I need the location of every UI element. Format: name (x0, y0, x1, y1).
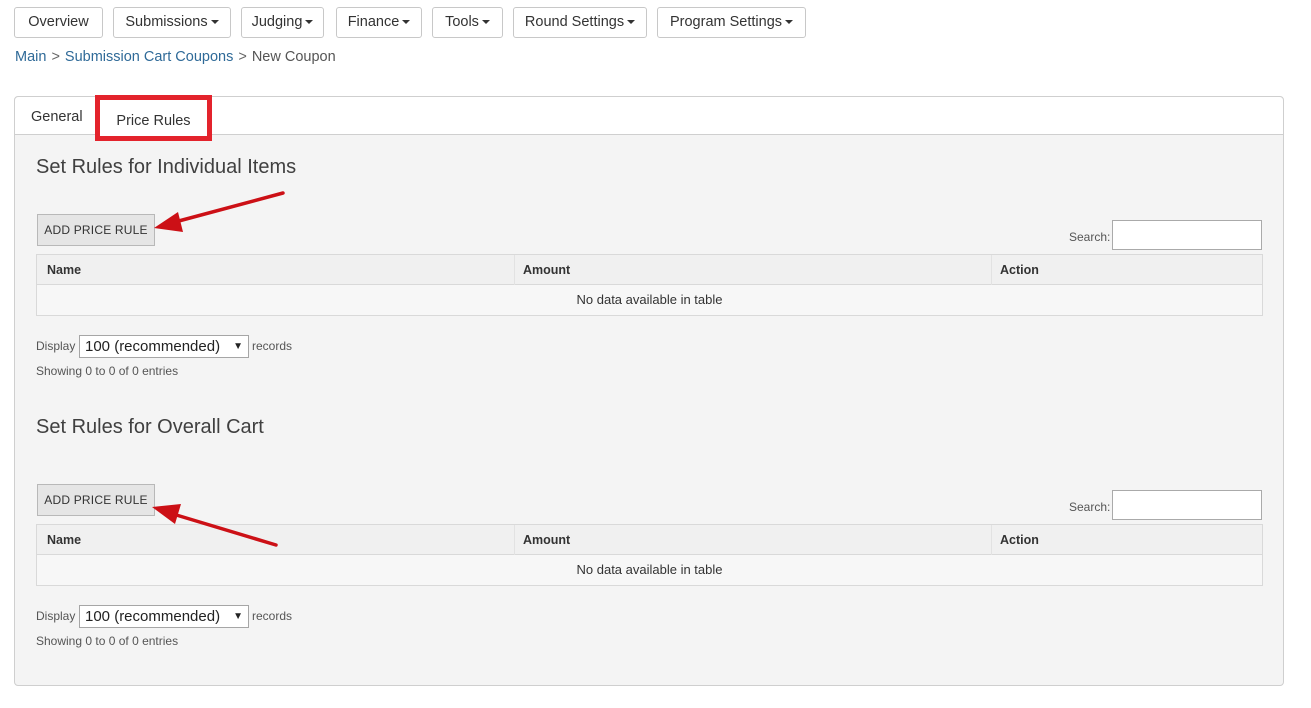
column-divider (514, 525, 515, 555)
display-length-select[interactable]: 100 (recommended) ▼ (79, 605, 249, 628)
price-rules-table-overall: Name Amount Action No data available in … (36, 524, 1263, 586)
chevron-down-icon (210, 20, 219, 25)
column-header-action[interactable]: Action (1000, 255, 1039, 285)
column-divider (991, 255, 992, 285)
display-length-value: 100 (recommended) (85, 338, 221, 355)
showing-entries-text: Showing 0 to 0 of 0 entries (36, 364, 179, 378)
section-title-individual: Set Rules for Individual Items (36, 156, 297, 178)
nav-judging-label: Judging (251, 14, 303, 30)
column-header-action[interactable]: Action (1000, 525, 1039, 555)
price-rules-table-individual: Name Amount Action No data available in … (36, 254, 1263, 316)
display-length-value: 100 (recommended) (85, 608, 221, 625)
tab-price-rules[interactable]: Price Rules (95, 95, 212, 141)
nav-submissions-label: Submissions (125, 14, 208, 30)
nav-judging-button[interactable]: Judging (241, 7, 324, 38)
chevron-down-icon (402, 20, 411, 25)
column-divider (991, 525, 992, 555)
tab-general[interactable]: General (31, 97, 83, 135)
column-divider (514, 255, 515, 285)
dropdown-arrow-icon: ▼ (233, 611, 243, 622)
display-length-select[interactable]: 100 (recommended) ▼ (79, 335, 249, 358)
breadcrumb-main-link[interactable]: Main (15, 49, 46, 65)
nav-overview-button[interactable]: Overview (14, 7, 103, 38)
display-label: Display (36, 609, 76, 623)
dropdown-arrow-icon: ▼ (233, 341, 243, 352)
search-input-overall[interactable] (1112, 490, 1262, 520)
nav-program-settings-button[interactable]: Program Settings (657, 7, 806, 38)
nav-submissions-button[interactable]: Submissions (113, 7, 231, 38)
breadcrumb-coupons-link[interactable]: Submission Cart Coupons (65, 49, 233, 65)
table-header: Name Amount Action (37, 525, 1262, 555)
breadcrumb-current: New Coupon (251, 49, 336, 65)
coupon-panel: General Price Rules Set Rules for Indivi… (14, 95, 1284, 686)
showing-entries-text: Showing 0 to 0 of 0 entries (36, 634, 179, 648)
search-label: Search: (1069, 230, 1111, 244)
section-title-overall: Set Rules for Overall Cart (36, 416, 264, 438)
nav-program-settings-label: Program Settings (669, 14, 783, 30)
chevron-down-icon (481, 20, 490, 25)
empty-table-message: No data available in table (37, 285, 1262, 315)
breadcrumb-separator: > (238, 49, 247, 65)
add-price-rule-button-overall[interactable]: ADD PRICE RULE (37, 484, 155, 516)
display-label: Display (36, 339, 76, 353)
search-input-individual[interactable] (1112, 220, 1262, 250)
column-header-amount[interactable]: Amount (523, 255, 570, 285)
nav-round-settings-label: Round Settings (524, 14, 625, 30)
nav-tools-label: Tools (445, 14, 479, 30)
nav-round-settings-button[interactable]: Round Settings (513, 7, 647, 38)
breadcrumb: Main > Submission Cart Coupons > New Coupon (15, 47, 336, 67)
column-header-name[interactable]: Name (47, 525, 81, 555)
search-label: Search: (1069, 500, 1111, 514)
records-label: records (252, 609, 293, 623)
nav-finance-label: Finance (347, 14, 400, 30)
tab-bar: General Price Rules (15, 95, 1283, 141)
empty-table-message: No data available in table (37, 555, 1262, 585)
nav-overview-label: Overview (28, 14, 89, 30)
records-label: records (252, 339, 293, 353)
table-header: Name Amount Action (37, 255, 1262, 285)
chevron-down-icon (305, 20, 314, 25)
column-header-amount[interactable]: Amount (523, 525, 570, 555)
chevron-down-icon (627, 20, 636, 25)
column-header-name[interactable]: Name (47, 255, 81, 285)
nav-finance-button[interactable]: Finance (336, 7, 422, 38)
add-price-rule-button-individual[interactable]: ADD PRICE RULE (37, 214, 155, 246)
breadcrumb-separator: > (51, 49, 60, 65)
chevron-down-icon (785, 20, 794, 25)
nav-tools-button[interactable]: Tools (432, 7, 503, 38)
